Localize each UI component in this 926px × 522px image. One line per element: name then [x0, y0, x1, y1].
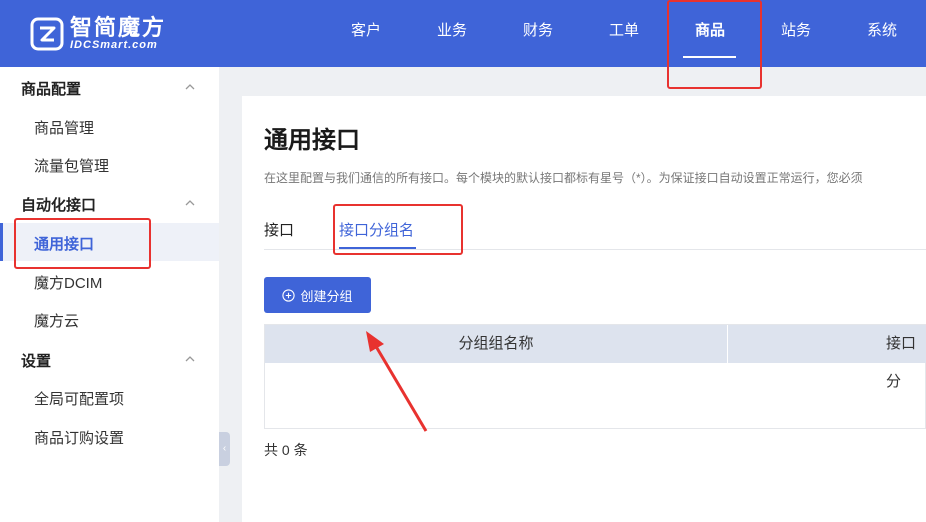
page-title: 通用接口	[264, 127, 360, 154]
nav-system[interactable]: 系统	[852, 0, 912, 67]
sidebar-group-automation[interactable]: 自动化接口	[21, 194, 96, 215]
sidebar-group-product-config[interactable]: 商品配置	[21, 78, 81, 99]
sidebar-active-indicator	[0, 223, 3, 261]
main-content: 通用接口 在这里配置与我们通信的所有接口。每个模块的默认接口都标有星号（*）。为…	[242, 96, 926, 522]
chevron-up-icon[interactable]	[184, 197, 196, 209]
highlight-box-sidebar	[14, 218, 151, 269]
sidebar-item-dcim[interactable]: 魔方DCIM	[34, 272, 102, 293]
sidebar-item-product-management[interactable]: 商品管理	[34, 117, 94, 138]
plus-circle-icon	[282, 288, 296, 302]
top-navbar: 智简魔方 IDCSmart.com 客户 业务 财务 工单 商品 站务 系统	[0, 0, 926, 67]
chevron-up-icon[interactable]	[184, 353, 196, 365]
nav-customers[interactable]: 客户	[336, 0, 396, 67]
nav-tickets[interactable]: 工单	[594, 0, 654, 67]
create-group-label: 创建分组	[300, 288, 353, 304]
chevron-left-icon: ‹	[222, 443, 227, 454]
chevron-up-icon[interactable]	[184, 81, 196, 93]
total-count: 共 0 条	[264, 442, 308, 458]
brand-name-en: IDCSmart.com	[70, 38, 158, 51]
brand-name-cn: 智简魔方	[70, 14, 167, 40]
column-interface: 接口分	[886, 335, 917, 390]
column-divider	[727, 325, 728, 363]
sidebar-item-traffic-packages[interactable]: 流量包管理	[34, 155, 109, 176]
sidebar-item-order-settings[interactable]: 商品订购设置	[34, 427, 124, 448]
highlight-box-tab	[333, 204, 463, 255]
sidebar: 商品配置 商品管理 流量包管理 自动化接口 通用接口 魔方DCIM 魔方云 设置…	[0, 67, 219, 522]
nav-site[interactable]: 站务	[766, 0, 826, 67]
nav-finance[interactable]: 财务	[508, 0, 568, 67]
page-description: 在这里配置与我们通信的所有接口。每个模块的默认接口都标有星号（*）。为保证接口自…	[264, 171, 863, 185]
sidebar-collapse-handle[interactable]: ‹	[219, 432, 230, 466]
highlight-box-nav	[667, 0, 762, 89]
annotation-arrow-icon	[366, 331, 428, 432]
nav-business[interactable]: 业务	[422, 0, 482, 67]
sidebar-item-cloud[interactable]: 魔方云	[34, 310, 79, 331]
tab-interfaces[interactable]: 接口	[264, 219, 294, 240]
column-group-name: 分组组名称	[458, 335, 534, 352]
sidebar-group-settings[interactable]: 设置	[21, 350, 51, 371]
create-group-button[interactable]: 创建分组	[264, 277, 371, 313]
logo-mark-icon	[30, 17, 64, 51]
brand-logo[interactable]: 智简魔方 IDCSmart.com	[30, 14, 166, 54]
sidebar-item-global-options[interactable]: 全局可配置项	[34, 388, 124, 409]
